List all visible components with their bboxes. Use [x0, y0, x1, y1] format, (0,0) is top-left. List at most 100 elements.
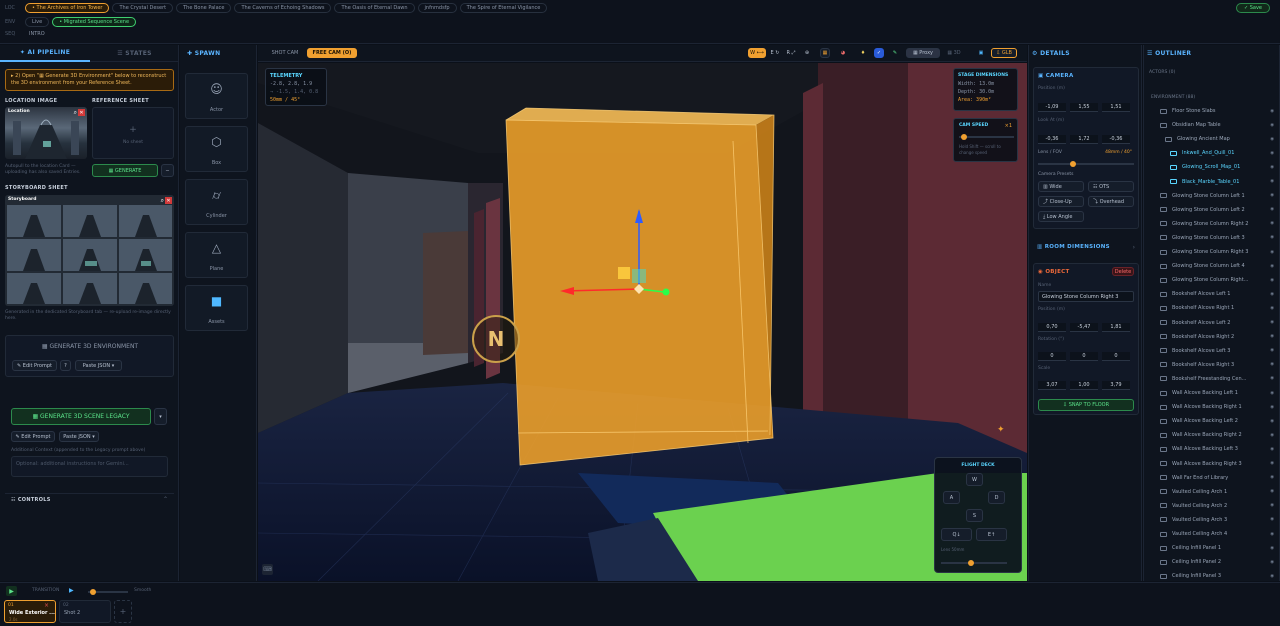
- outliner-item[interactable]: Inkwell_And_Quill_01 ◉: [1144, 147, 1274, 159]
- camera-look-x[interactable]: -0,36: [1038, 135, 1066, 144]
- visibility-eye-icon[interactable]: ◉: [1270, 489, 1274, 494]
- outliner-item[interactable]: Black_Marble_Table_01 ◉: [1144, 176, 1274, 188]
- light-icon[interactable]: ♦: [858, 48, 868, 58]
- outliner-item[interactable]: Bookshelf Alcove Left 1 ◉: [1144, 288, 1274, 300]
- visibility-eye-icon[interactable]: ◉: [1270, 320, 1274, 325]
- preset-wide[interactable]: ▥ Wide: [1038, 181, 1084, 192]
- outliner-item[interactable]: Ceiling Infill Panel 1 ◉: [1144, 542, 1274, 554]
- 3d-toggle[interactable]: ▦ 3D: [944, 48, 964, 58]
- tab-ai-pipeline[interactable]: ✦ AI PIPELINE: [0, 45, 90, 62]
- spawn-assets[interactable]: ■ Assets: [185, 285, 248, 331]
- loc-tab[interactable]: The Spire of Eternal Vigilance: [459, 3, 548, 13]
- lens-slider[interactable]: [1038, 161, 1134, 167]
- outliner-item[interactable]: Bookshelf Alcove Right 1 ◉: [1144, 302, 1274, 314]
- outliner-item[interactable]: Glowing Stone Column Left 2 ◉: [1144, 204, 1274, 216]
- outliner-item[interactable]: Wall Alcove Backing Left 1 ◉: [1144, 387, 1274, 399]
- outliner-item[interactable]: Glowing Stone Column Left 4 ◉: [1144, 260, 1274, 272]
- fly-back-key[interactable]: S: [966, 509, 983, 522]
- spawn-plane[interactable]: △ Plane: [185, 232, 248, 278]
- object-rot-z[interactable]: 0: [1102, 352, 1130, 361]
- world-space-button[interactable]: ⊕: [802, 48, 812, 58]
- outliner-item[interactable]: Bookshelf Alcove Left 2 ◉: [1144, 317, 1274, 329]
- visibility-eye-icon[interactable]: ◉: [1270, 517, 1274, 522]
- environment-group[interactable]: ENVIRONMENT (88): [1151, 95, 1195, 100]
- compass-gizmo[interactable]: N: [472, 315, 520, 363]
- loc-tab[interactable]: The Caverns of Echoing Shadows: [234, 3, 332, 13]
- edit-prompt-button[interactable]: ✎ Edit Prompt: [12, 360, 57, 371]
- visibility-eye-icon[interactable]: ◉: [1270, 362, 1274, 367]
- delete-location-icon[interactable]: ✕: [78, 109, 85, 116]
- fly-right-key[interactable]: D: [988, 491, 1005, 504]
- fly-forward-key[interactable]: W: [966, 473, 983, 486]
- loc-tab-active[interactable]: • The Archives of Iron Tower: [25, 3, 110, 13]
- generate-3d-environment-button[interactable]: ▦ GENERATE 3D ENVIRONMENT: [10, 340, 170, 353]
- object-scale-x[interactable]: 3,07: [1038, 381, 1066, 390]
- move-tool-button[interactable]: W ⟷: [748, 48, 766, 58]
- preset-ots[interactable]: ☷ OTS: [1088, 181, 1134, 192]
- outliner-item[interactable]: Ceiling Infill Panel 3 ◉: [1144, 570, 1274, 581]
- grid-icon[interactable]: ▦: [820, 48, 830, 58]
- outliner-item[interactable]: Wall Far End of Library ◉: [1144, 472, 1274, 484]
- paste-json-button[interactable]: Paste JSON ▾: [75, 360, 122, 371]
- object-pos-y[interactable]: -5,47: [1070, 323, 1098, 332]
- preset-overhead[interactable]: ⤵ Overhead: [1088, 196, 1134, 207]
- visibility-eye-icon[interactable]: ◉: [1270, 391, 1274, 396]
- camera-pos-x[interactable]: -1,09: [1038, 103, 1066, 112]
- palette-icon[interactable]: ◕: [838, 48, 848, 58]
- object-scale-y[interactable]: 1,00: [1070, 381, 1098, 390]
- legacy-dropdown-button[interactable]: ▾: [154, 408, 167, 425]
- 3d-viewport[interactable]: TELEMETRY -2.8, 2.8, 1.9 → -1.5, 1.4, 0.…: [258, 63, 1027, 581]
- visibility-eye-icon[interactable]: ◉: [1270, 137, 1274, 142]
- spawn-box[interactable]: ⬡ Box: [185, 126, 248, 172]
- loc-tab[interactable]: The Crystal Desert: [112, 3, 174, 13]
- object-pos-x[interactable]: 0,70: [1038, 323, 1066, 332]
- visibility-eye-icon[interactable]: ◉: [1270, 207, 1274, 212]
- visibility-eye-icon[interactable]: ◉: [1270, 503, 1274, 508]
- generate-options-icon[interactable]: −: [161, 164, 174, 177]
- preset-closeup[interactable]: ⤴ Close-Up: [1038, 196, 1084, 207]
- zoom-icon[interactable]: ⌕: [161, 197, 164, 205]
- seq-tab[interactable]: INTRO: [25, 31, 45, 37]
- zoom-icon[interactable]: ⌕: [74, 109, 77, 117]
- generate-button[interactable]: ▦ GENERATE: [92, 164, 158, 177]
- cube-view-icon[interactable]: ▣: [976, 48, 986, 58]
- spawn-cylinder[interactable]: ⌭ Cylinder: [185, 179, 248, 225]
- visibility-eye-icon[interactable]: ◉: [1270, 151, 1274, 156]
- camera-look-y[interactable]: 1,72: [1070, 135, 1098, 144]
- outliner-item[interactable]: Floor Stone Slabs ◉: [1144, 105, 1274, 117]
- delete-object-button[interactable]: Delete: [1112, 267, 1134, 276]
- visibility-eye-icon[interactable]: ◉: [1270, 109, 1274, 114]
- loc-tab[interactable]: The Bone Palace: [176, 3, 232, 13]
- object-name-input[interactable]: Glowing Stone Column Right 3: [1038, 291, 1134, 302]
- shot-cam-tab[interactable]: SHOT CAM: [266, 48, 304, 58]
- loc-tab[interactable]: jnfnmdsfp: [417, 3, 457, 13]
- visibility-eye-icon[interactable]: ◉: [1270, 235, 1274, 240]
- keyboard-icon[interactable]: ⌨: [262, 564, 273, 575]
- edit-prompt-button[interactable]: ✎ Edit Prompt: [11, 431, 55, 442]
- shot-card[interactable]: 02 Shot 2: [59, 600, 111, 623]
- shot-card-active[interactable]: 01 Wide Exterior ... 2.0s ×: [4, 600, 56, 623]
- visibility-eye-icon[interactable]: ◉: [1270, 179, 1274, 184]
- scale-tool-button[interactable]: R ⤢: [784, 48, 798, 58]
- visibility-eye-icon[interactable]: ◉: [1270, 292, 1274, 297]
- visibility-eye-icon[interactable]: ◉: [1270, 574, 1274, 579]
- visibility-eye-icon[interactable]: ◉: [1270, 221, 1274, 226]
- outliner-item[interactable]: Glowing Stone Column Right 2 ◉: [1144, 218, 1274, 230]
- camera-pos-z[interactable]: 1,51: [1102, 103, 1130, 112]
- visibility-eye-icon[interactable]: ◉: [1270, 433, 1274, 438]
- fly-left-key[interactable]: A: [943, 491, 960, 504]
- storyboard-thumbnail[interactable]: Storyboard ⌕ ✕: [5, 195, 174, 306]
- save-button[interactable]: ✓ Save: [1235, 3, 1270, 13]
- visibility-eye-icon[interactable]: ◉: [1270, 419, 1274, 424]
- outliner-item[interactable]: Wall Alcove Backing Right 2 ◉: [1144, 429, 1274, 441]
- visibility-eye-icon[interactable]: ◉: [1270, 532, 1274, 537]
- outliner-item[interactable]: Wall Alcove Backing Left 3 ◉: [1144, 443, 1274, 455]
- proxy-toggle[interactable]: ▦ Proxy: [906, 48, 940, 58]
- visibility-eye-icon[interactable]: ◉: [1270, 475, 1274, 480]
- export-glb-button[interactable]: ⇩ GLB: [991, 48, 1017, 58]
- visibility-eye-icon[interactable]: ◉: [1270, 278, 1274, 283]
- free-cam-tab[interactable]: FREE CAM (O): [307, 48, 357, 58]
- outliner-item[interactable]: Bookshelf Alcove Right 3 ◉: [1144, 359, 1274, 371]
- fly-up-key[interactable]: E↑: [976, 528, 1007, 541]
- visibility-eye-icon[interactable]: ◉: [1270, 447, 1274, 452]
